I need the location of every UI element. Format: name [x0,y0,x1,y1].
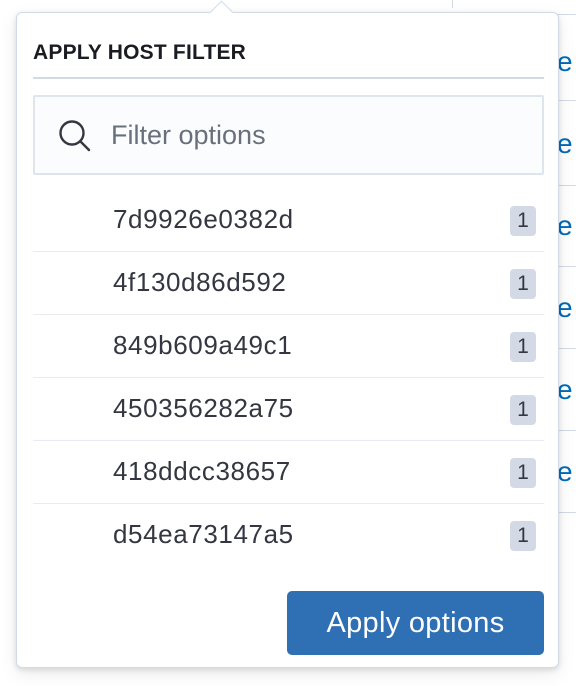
table-cell-link[interactable]: e [557,212,573,240]
list-item[interactable]: 4f130d86d592 1 [33,252,544,315]
apply-options-button[interactable]: Apply options [287,591,544,655]
count-badge: 1 [510,269,536,299]
list-item[interactable]: 450356282a75 1 [33,378,544,441]
screen: e e e e e e APPLY HOST FILTER 7d9926e038… [0,0,576,686]
list-item[interactable]: 849b609a49c1 1 [33,315,544,378]
table-cell-link[interactable]: e [557,130,573,158]
option-label: 849b609a49c1 [113,330,293,360]
count-badge: 1 [510,206,536,236]
list-item[interactable]: 418ddcc38657 1 [33,441,544,504]
count-badge: 1 [510,395,536,425]
options-list: 7d9926e0382d 1 4f130d86d592 1 849b609a49… [33,189,544,567]
option-label: 7d9926e0382d [113,204,294,234]
title-divider [33,77,544,79]
table-divider [452,0,453,8]
popover-title: APPLY HOST FILTER [33,41,247,64]
table-cell-link[interactable]: e [557,458,573,486]
list-item[interactable]: 7d9926e0382d 1 [33,189,544,252]
table-cell-link[interactable]: e [557,294,573,322]
table-cell-link[interactable]: e [557,376,573,404]
option-label: 450356282a75 [113,393,294,423]
count-badge: 1 [510,521,536,551]
option-label: 4f130d86d592 [113,267,287,297]
search-icon [57,119,91,153]
count-badge: 1 [510,458,536,488]
count-badge: 1 [510,332,536,362]
host-filter-popover: APPLY HOST FILTER 7d9926e0382d 1 4f130d8… [16,0,559,668]
option-label: 418ddcc38657 [113,456,291,486]
list-item[interactable]: d54ea73147a5 1 [33,504,544,567]
table-cell-link[interactable]: e [557,48,573,76]
search-field[interactable] [33,95,544,175]
search-input[interactable] [111,113,531,157]
option-label: d54ea73147a5 [113,519,294,549]
